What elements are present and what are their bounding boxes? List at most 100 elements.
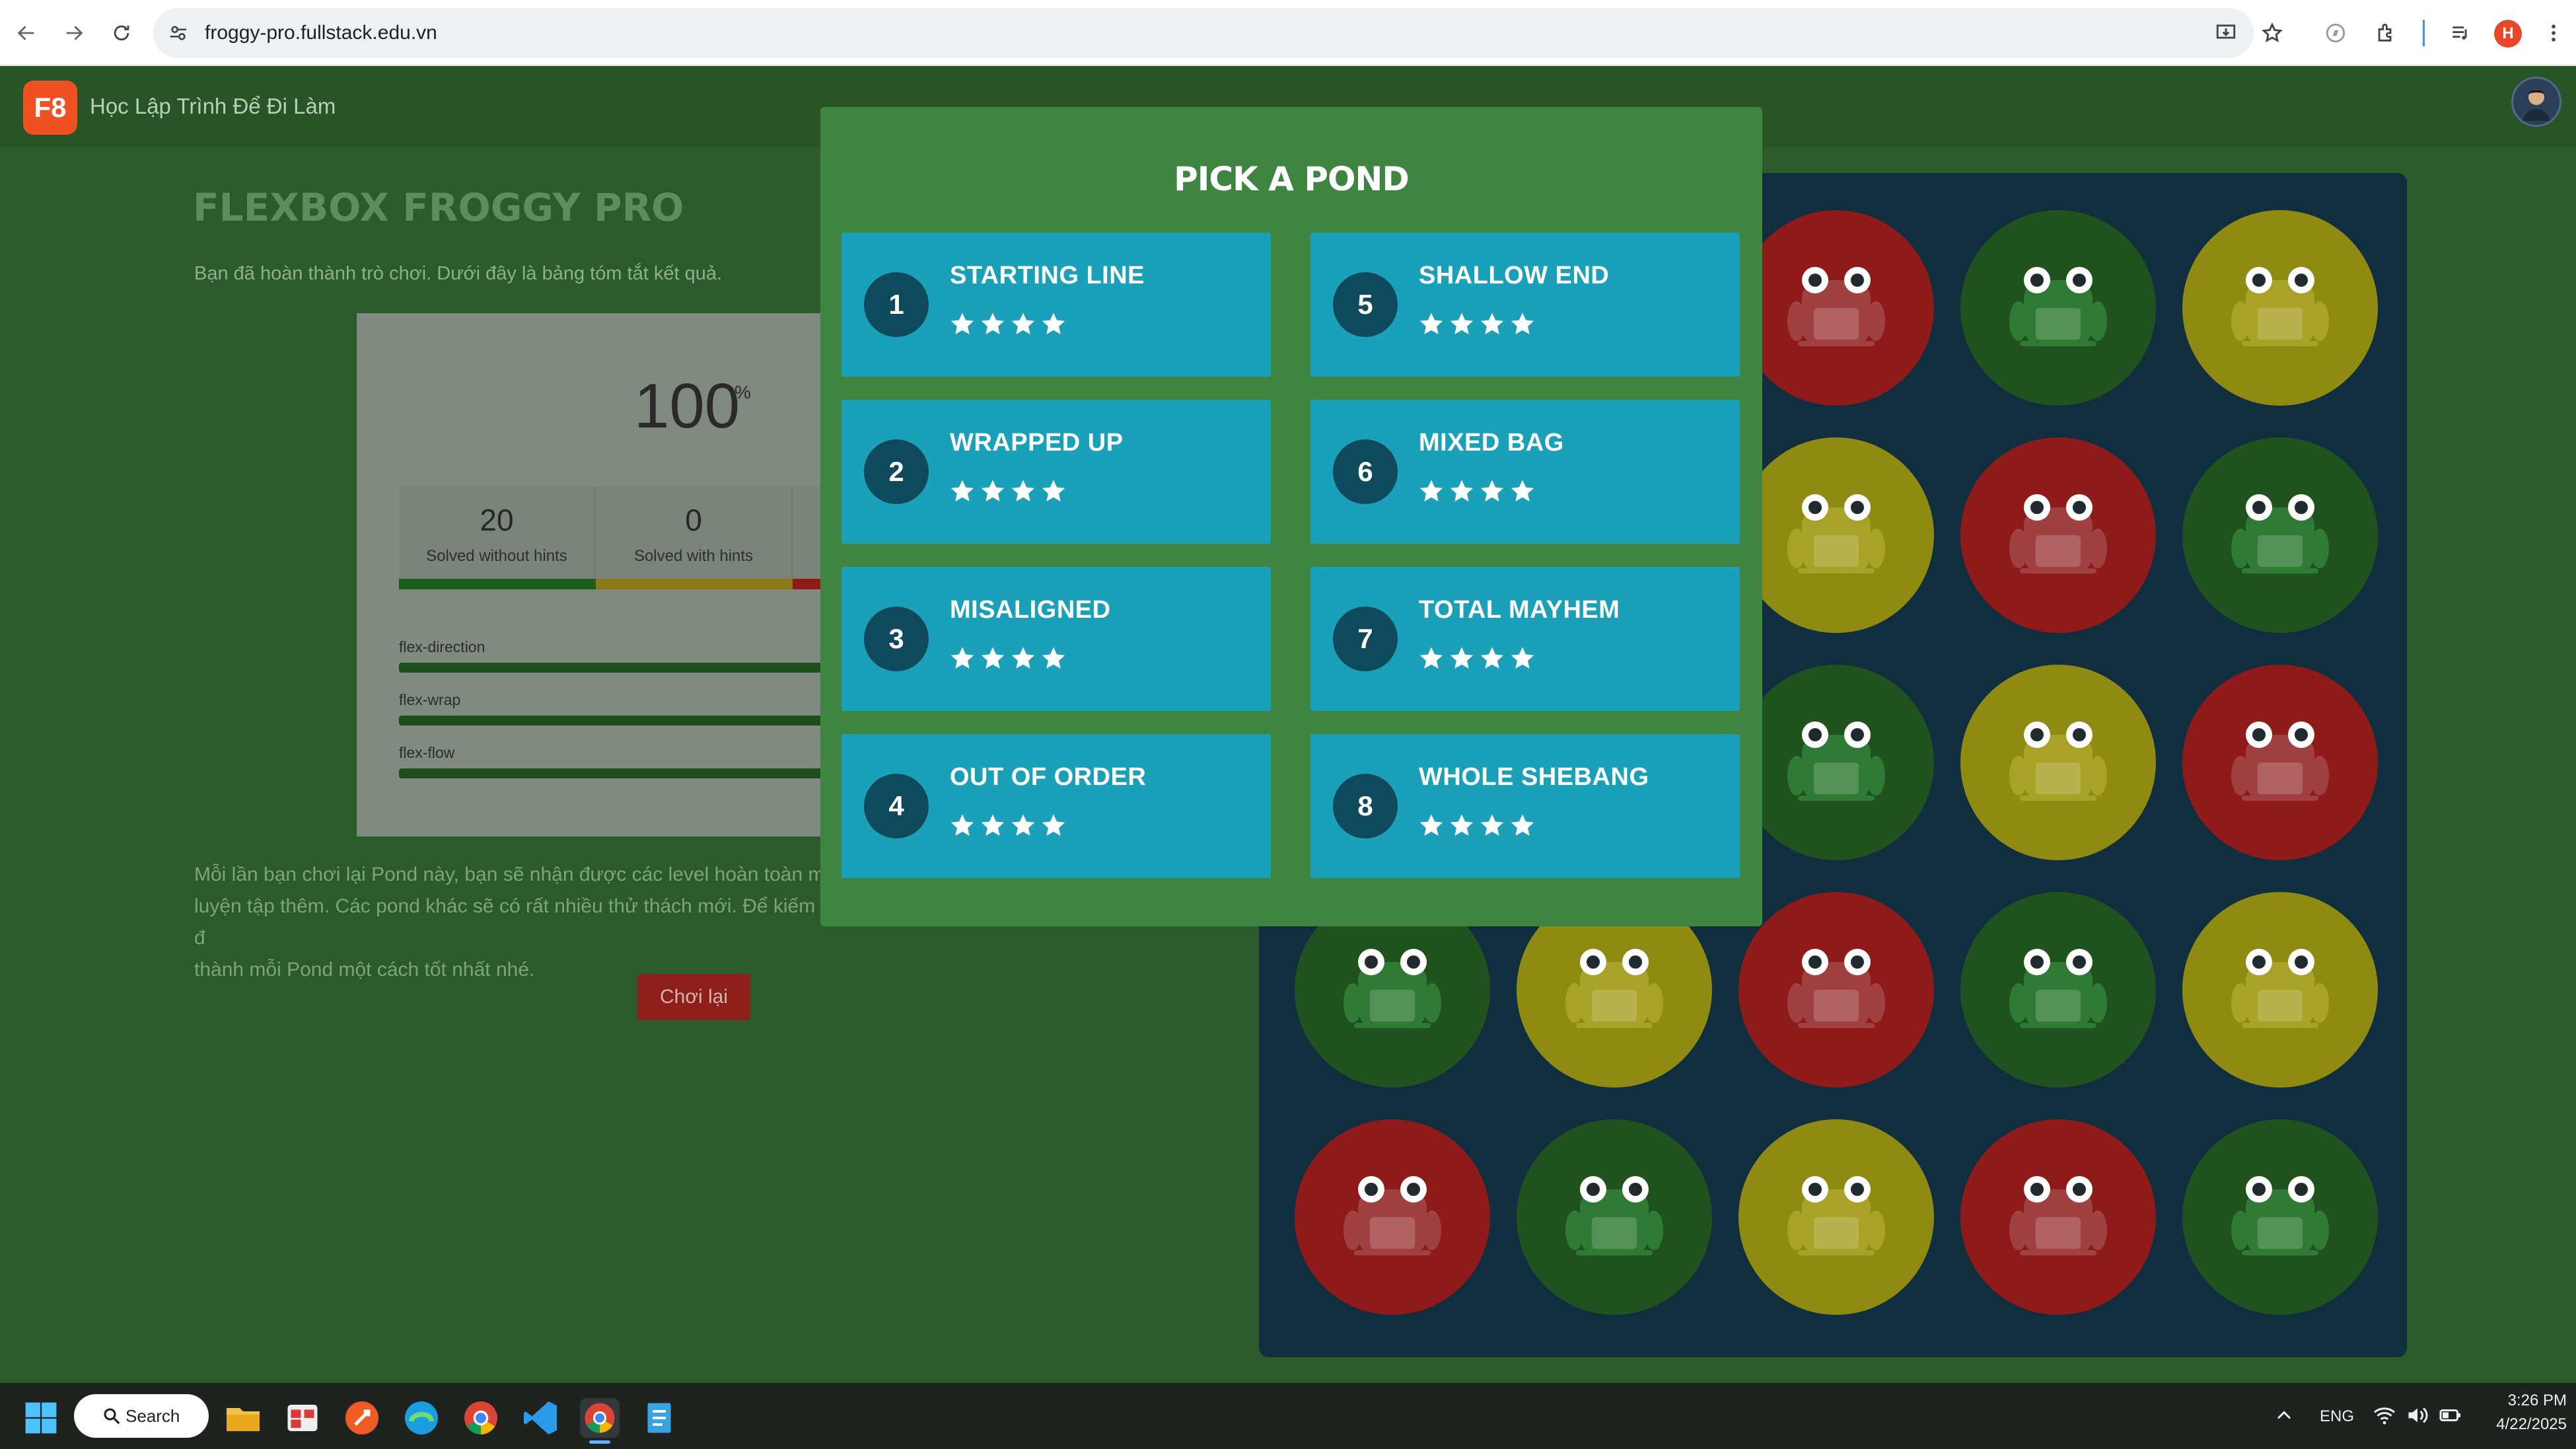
star-icon: [1417, 478, 1445, 509]
star-icon: [1448, 645, 1476, 676]
replay-button[interactable]: Chơi lại: [637, 974, 750, 1020]
frog-red: [2221, 703, 2340, 825]
file-explorer-icon[interactable]: [223, 1398, 263, 1438]
lily-pad-green: [1960, 892, 2156, 1088]
pond-card-4[interactable]: 4 OUT OF ORDER: [841, 734, 1271, 878]
stat-value: 20: [480, 503, 514, 537]
star-icon: [1448, 311, 1476, 342]
progress-bar: [399, 768, 832, 778]
pond-number: 5: [1333, 272, 1398, 337]
media-button[interactable]: [2441, 13, 2481, 53]
chevron-up-icon: [2277, 1411, 2291, 1419]
star-icon: [1040, 478, 1067, 509]
battery-icon[interactable]: [2439, 1403, 2462, 1430]
percent-sign: %: [734, 382, 751, 402]
frog-yellow: [1999, 703, 2118, 825]
menu-button[interactable]: [2534, 13, 2573, 53]
extensions-button[interactable]: [2366, 13, 2406, 53]
wifi-icon[interactable]: [2373, 1403, 2396, 1430]
pond-number: 2: [864, 439, 929, 504]
search-icon: [104, 1408, 120, 1425]
extension-button[interactable]: [2316, 13, 2355, 53]
profile-avatar[interactable]: H: [2494, 20, 2522, 48]
frog-red: [1333, 1158, 1452, 1280]
postman-icon[interactable]: [342, 1398, 382, 1438]
lily-pad-yellow: [1738, 437, 1934, 633]
chrome-icon[interactable]: [461, 1398, 501, 1438]
playlist-icon: [2452, 26, 2467, 40]
arrow-left-icon: [17, 26, 34, 40]
start-button[interactable]: [22, 1399, 59, 1440]
star-icon: [948, 478, 976, 509]
arrow-right-icon: [66, 26, 83, 40]
pond-card-7[interactable]: 7 TOTAL MAYHEM: [1310, 567, 1740, 711]
frog-green: [1555, 1158, 1674, 1280]
address-bar[interactable]: froggy-pro.fullstack.edu.vn: [153, 8, 2254, 58]
reload-button[interactable]: [102, 13, 141, 53]
lily-pad-red: [1295, 1119, 1490, 1315]
star-icon: [1448, 812, 1476, 843]
pond-stars: [1417, 645, 1536, 676]
pond-card-8[interactable]: 8 WHOLE SHEBANG: [1310, 734, 1740, 878]
star-icon: [1478, 478, 1506, 509]
lily-pad-green: [2182, 437, 2378, 633]
frog-green: [1999, 248, 2118, 371]
lily-pad-green: [1960, 210, 2156, 406]
star-icon: [948, 645, 976, 676]
notepad-icon[interactable]: [639, 1398, 679, 1438]
stat-label: Solved with hints: [633, 547, 754, 565]
replay-description: Mỗi lần bạn chơi lại Pond này, bạn sẽ nh…: [194, 859, 828, 986]
game-title: FLEXBOX FROGGY PRO: [193, 185, 684, 230]
pond-stars: [948, 812, 1067, 843]
bookmark-button[interactable]: [2252, 13, 2292, 53]
stat-solved-without-hints: 20 Solved without hints: [399, 486, 596, 579]
toolbar-divider: [2423, 20, 2425, 46]
user-avatar[interactable]: [2511, 77, 2561, 127]
pond-card-6[interactable]: 6 MIXED BAG: [1310, 400, 1740, 544]
compass-icon: [2326, 23, 2345, 43]
star-icon: [1509, 812, 1536, 843]
stat-color-bar-green: [399, 579, 596, 589]
stat-value: 0: [685, 503, 702, 537]
star-icon: [1478, 645, 1506, 676]
edge-icon[interactable]: [402, 1398, 441, 1438]
star-icon: [1509, 311, 1536, 342]
star-icon: [1509, 478, 1536, 509]
frog-green: [2221, 1158, 2340, 1280]
star-icon: [1009, 645, 1037, 676]
bar-label: flex-flow: [399, 744, 455, 761]
f8-logo[interactable]: F8: [23, 81, 77, 135]
volume-icon[interactable]: [2406, 1403, 2429, 1430]
pond-number: 3: [864, 607, 929, 671]
stat-solved-with-hints: 0 Solved with hints: [596, 486, 793, 579]
vscode-icon[interactable]: [520, 1398, 560, 1438]
install-app-button[interactable]: [2206, 13, 2246, 53]
taskbar-search[interactable]: Search: [74, 1394, 209, 1438]
windows-taskbar: [0, 1383, 2576, 1449]
pond-name: OUT OF ORDER: [950, 763, 1147, 791]
store-app-icon[interactable]: [283, 1398, 322, 1438]
description-line: luyện tập thêm. Các pond khác sẽ có rất …: [194, 895, 816, 949]
frog-green: [1777, 703, 1896, 825]
clock[interactable]: 3:26 PM 4/22/2025: [2487, 1392, 2567, 1434]
pond-card-3[interactable]: 3 MISALIGNED: [841, 567, 1271, 711]
pond-name: WRAPPED UP: [950, 429, 1124, 457]
star-icon: [1009, 311, 1037, 342]
clock-date: 4/22/2025: [2496, 1415, 2567, 1433]
language-indicator[interactable]: ENG: [2320, 1407, 2354, 1426]
star-icon: [1478, 812, 1506, 843]
frog-yellow: [1555, 930, 1674, 1053]
pond-number: 1: [864, 272, 929, 337]
star-icon: [1417, 311, 1445, 342]
back-button[interactable]: [7, 13, 46, 53]
star-icon: [1417, 812, 1445, 843]
pond-card-1[interactable]: 1 STARTING LINE: [841, 233, 1271, 377]
star-icon: [1040, 812, 1067, 843]
lily-pad-red: [1738, 892, 1934, 1088]
star-icon: [1478, 311, 1506, 342]
pond-card-5[interactable]: 5 SHALLOW END: [1310, 233, 1740, 377]
pond-card-2[interactable]: 2 WRAPPED UP: [841, 400, 1271, 544]
forward-button[interactable]: [54, 13, 94, 53]
tray-chevron[interactable]: [2272, 1403, 2296, 1430]
chrome-active-icon[interactable]: [580, 1398, 620, 1438]
